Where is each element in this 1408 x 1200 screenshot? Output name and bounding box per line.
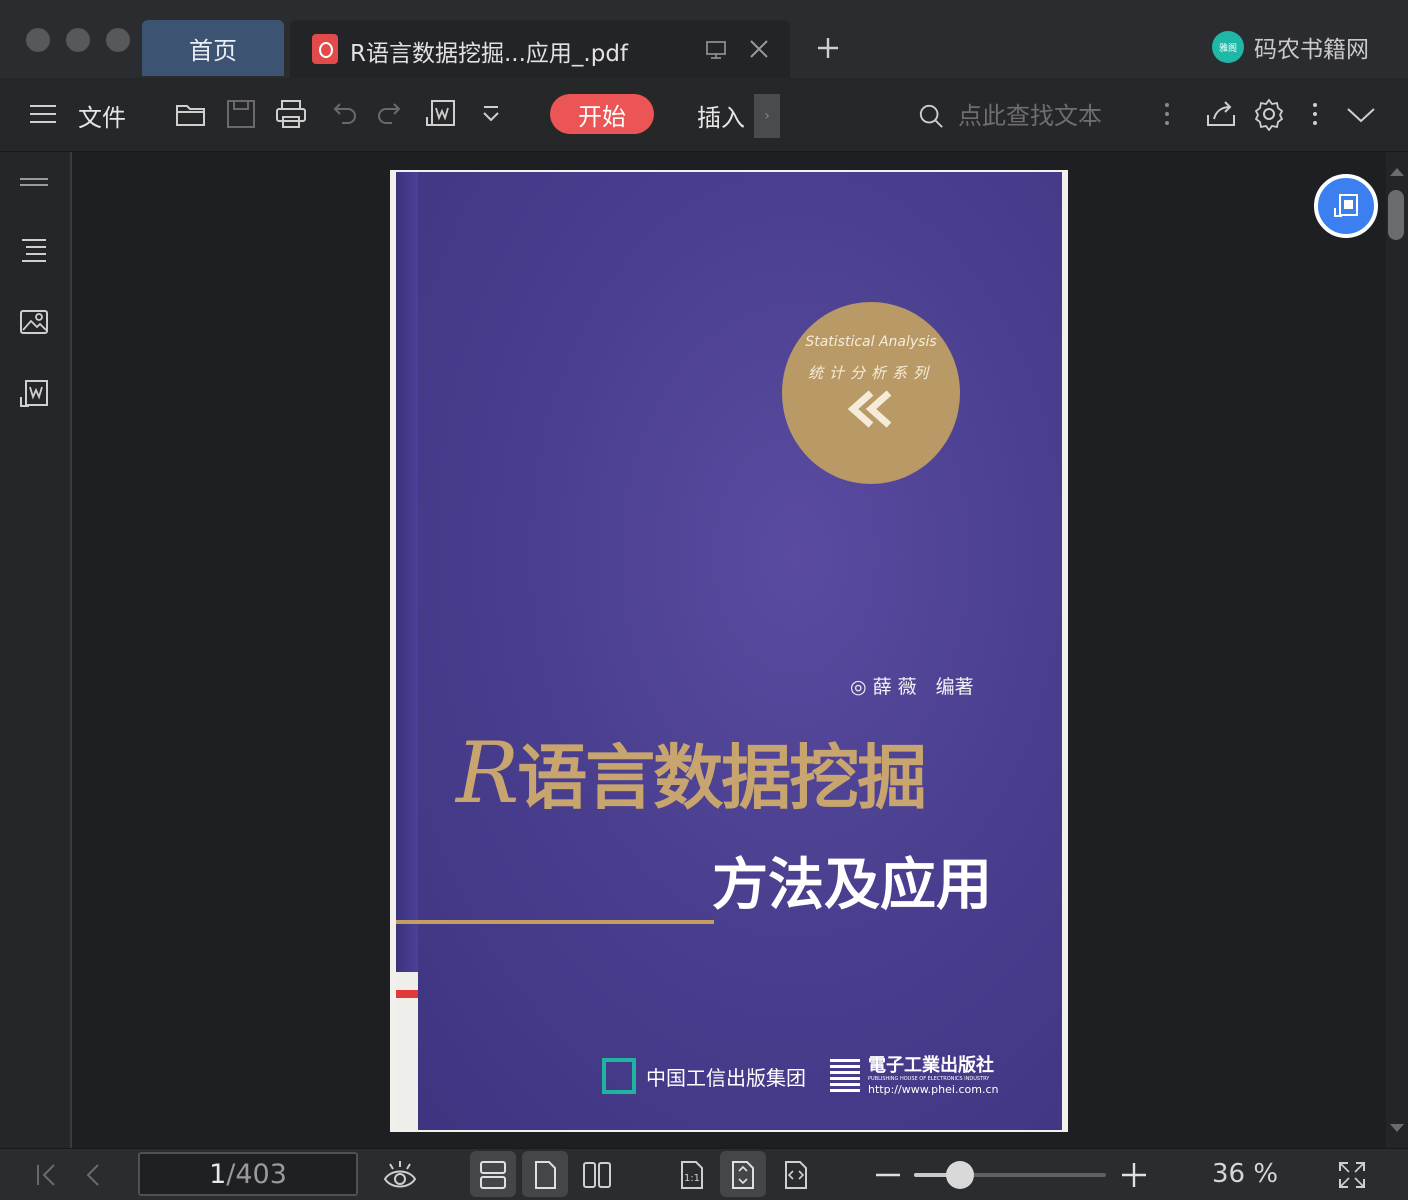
settings-gear-icon[interactable]: [1252, 97, 1286, 131]
cover-subtitle: 方法及应用: [712, 853, 992, 918]
cover-title-rest: 语言数据挖掘: [517, 737, 927, 819]
hamburger-menu-icon[interactable]: [26, 97, 60, 131]
monitor-icon[interactable]: [704, 38, 728, 62]
previous-page-icon[interactable]: [78, 1159, 110, 1191]
title-bar: 首页 R语言数据挖掘...应用_.pdf 雅阁 码农书籍网: [0, 0, 1408, 78]
zoom-level[interactable]: 36 %: [1212, 1159, 1278, 1189]
fullscreen-icon[interactable]: [1336, 1159, 1368, 1191]
search-input[interactable]: [958, 102, 1148, 130]
series-badge: Statistical Analysis 统计分析系列: [782, 302, 960, 484]
window-minimize-button[interactable]: [66, 28, 90, 52]
series-english: Statistical Analysis: [805, 334, 937, 350]
status-bar: 1/403 1:1 36 %: [0, 1148, 1408, 1200]
publisher-house: 電子工業出版社 PUBLISHING HOUSE OF ELECTRONICS …: [830, 1056, 998, 1096]
cover-author: ◎ 薛 薇 编著: [850, 676, 974, 698]
zoom-slider[interactable]: [914, 1161, 1106, 1189]
tab-home-label: 首页: [189, 36, 237, 65]
vertical-scrollbar[interactable]: [1386, 152, 1408, 1148]
convert-word-icon[interactable]: [18, 378, 50, 410]
zoom-out-icon[interactable]: [872, 1159, 904, 1191]
publisher-group-logo-icon: [602, 1058, 636, 1094]
left-sidebar: [0, 152, 72, 1148]
fit-page-icon: [732, 1161, 754, 1189]
publisher-house-url: http://www.phei.com.cn: [868, 1083, 999, 1096]
total-pages: /403: [226, 1158, 287, 1190]
more-vertical-icon[interactable]: [1150, 97, 1184, 131]
pdf-file-icon: [312, 34, 338, 64]
publisher-house-logo-icon: [830, 1059, 860, 1093]
close-tab-icon[interactable]: [746, 36, 772, 62]
double-page-icon[interactable]: [581, 1159, 613, 1191]
scroll-down-arrow[interactable]: [1390, 1124, 1404, 1132]
actual-size-icon[interactable]: 1:1: [676, 1159, 708, 1191]
first-page-icon[interactable]: [30, 1159, 62, 1191]
series-chinese: 统计分析系列: [807, 364, 934, 382]
insert-tab-button[interactable]: 插入: [697, 98, 745, 133]
brand-label: 码农书籍网: [1254, 37, 1369, 63]
chevron-down-icon[interactable]: [1344, 97, 1378, 131]
pdf-page[interactable]: Statistical Analysis 统计分析系列 ◎ 薛 薇 编著 R语言…: [390, 170, 1068, 1132]
brand-logo-icon: 雅阁: [1212, 31, 1244, 63]
page-number-input[interactable]: 1/403: [138, 1152, 358, 1196]
print-icon[interactable]: [274, 97, 308, 131]
floating-convert-button[interactable]: [1314, 174, 1378, 238]
tab-document[interactable]: R语言数据挖掘...应用_.pdf: [290, 20, 790, 78]
save-icon[interactable]: [224, 97, 258, 131]
book-cover-image: Statistical Analysis 统计分析系列 ◎ 薛 薇 编著 R语言…: [396, 172, 1062, 1130]
zoom-slider-knob[interactable]: [946, 1161, 975, 1189]
publisher-group-name: 中国工信出版集团: [646, 1065, 806, 1090]
scrollbar-thumb[interactable]: [1388, 190, 1404, 240]
publisher-house-name: 電子工業出版社: [868, 1055, 994, 1076]
cover-title-r: R: [456, 724, 519, 822]
tab-document-label: R语言数据挖掘...应用_.pdf: [350, 41, 629, 67]
document-viewport[interactable]: Statistical Analysis 统计分析系列 ◎ 薛 薇 编著 R语言…: [74, 152, 1384, 1148]
eye-protection-icon[interactable]: [382, 1157, 418, 1193]
brand[interactable]: 雅阁 码农书籍网: [1212, 30, 1369, 64]
search-icon: [919, 104, 943, 128]
continuous-scroll-icon: [480, 1161, 506, 1189]
file-menu-label[interactable]: 文件: [78, 98, 126, 133]
window-maximize-button[interactable]: [106, 28, 130, 52]
more-tabs-button[interactable]: ›: [754, 94, 780, 138]
series-logo-icon: [847, 390, 892, 428]
share-icon[interactable]: [1204, 97, 1238, 131]
start-tab-button[interactable]: 开始: [550, 94, 654, 134]
window-close-button[interactable]: [26, 28, 50, 52]
current-page: 1: [209, 1158, 227, 1190]
cover-red-mark: [396, 990, 418, 998]
single-page-icon: [535, 1161, 556, 1189]
fit-width-icon[interactable]: [780, 1159, 812, 1191]
tab-home[interactable]: 首页: [142, 20, 284, 76]
dropdown-arrow-icon[interactable]: [474, 97, 508, 131]
convert-document-icon: [1334, 194, 1358, 217]
redo-icon[interactable]: [374, 97, 408, 131]
svg-text:1:1: 1:1: [684, 1173, 700, 1184]
cover-divider: [396, 920, 714, 924]
more-options-icon[interactable]: [1298, 97, 1332, 131]
pdf-to-word-icon[interactable]: [424, 97, 458, 131]
publisher-house-english: PUBLISHING HOUSE OF ELECTRONICS INDUSTRY: [868, 1076, 990, 1082]
thumbnail-image-icon[interactable]: [18, 306, 50, 338]
toolbar: 文件 开始 插入 ›: [0, 78, 1408, 152]
publisher-group: 中国工信出版集团: [602, 1058, 806, 1094]
undo-icon[interactable]: [326, 97, 360, 131]
new-tab-plus-icon[interactable]: [812, 32, 844, 64]
cover-title: R语言数据挖掘: [456, 722, 927, 823]
collapse-sidebar-icon[interactable]: [18, 166, 50, 198]
search-box: [918, 96, 1148, 136]
open-folder-icon[interactable]: [174, 97, 208, 131]
outline-list-icon[interactable]: [18, 234, 50, 266]
scroll-up-arrow[interactable]: [1390, 168, 1404, 176]
zoom-in-icon[interactable]: [1118, 1159, 1150, 1191]
